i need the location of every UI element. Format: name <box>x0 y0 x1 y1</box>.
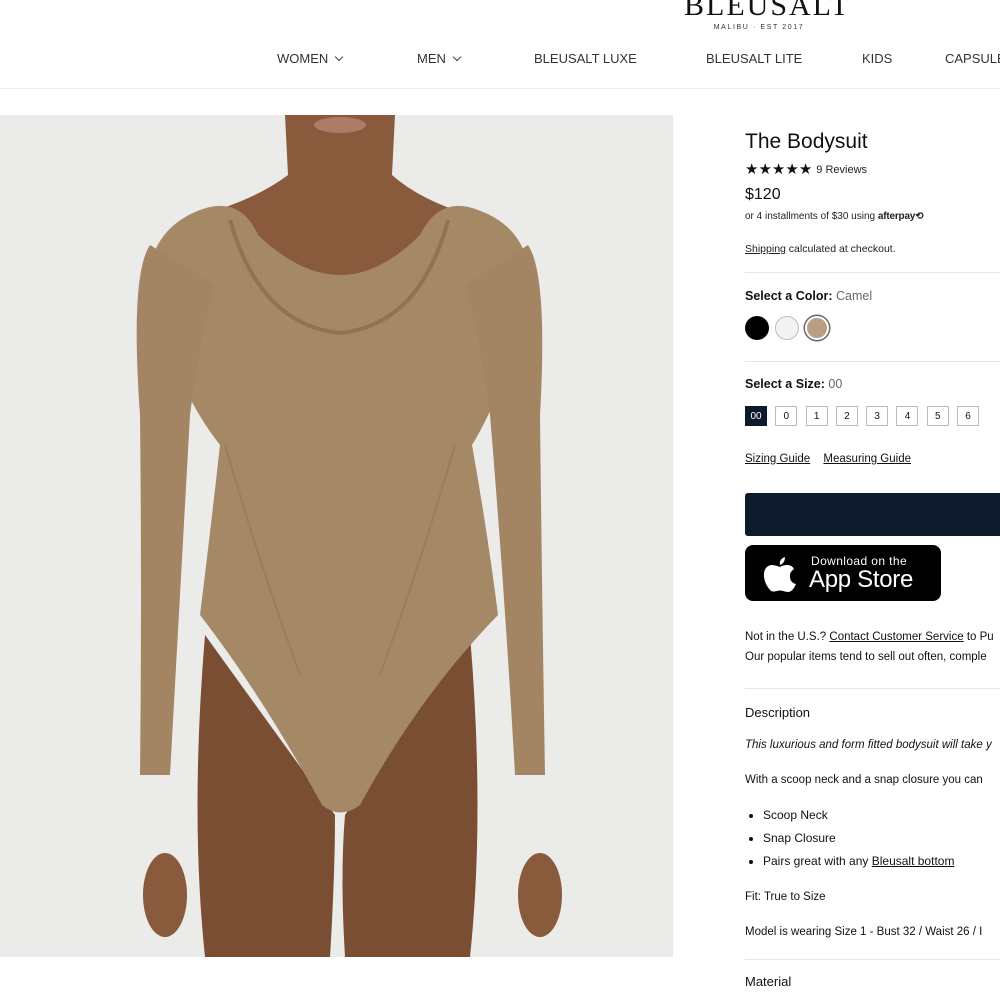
contact-customer-service-link[interactable]: Contact Customer Service <box>829 631 963 643</box>
bodysuit-illustration <box>0 115 673 957</box>
feature-list: Scoop Neck Snap Closure Pairs great with… <box>745 808 954 877</box>
add-to-cart-button[interactable] <box>745 493 1000 536</box>
description-italic: This luxurious and form fitted bodysuit … <box>745 739 992 751</box>
bleusalt-bottom-link[interactable]: Bleusalt bottom <box>872 854 955 868</box>
size-option-5[interactable]: 5 <box>926 406 949 426</box>
color-swatch-camel[interactable] <box>805 316 829 340</box>
description-text: With a scoop neck and a snap closure you… <box>745 774 983 786</box>
star-icon: ★ <box>758 161 772 178</box>
nav-men-label: MEN <box>417 51 446 66</box>
shipping-text: calculated at checkout. <box>788 243 896 255</box>
divider <box>745 688 1000 689</box>
product-photo[interactable] <box>0 115 673 957</box>
list-item: Pairs great with any Bleusalt bottom <box>763 854 954 877</box>
size-option-4[interactable]: 4 <box>896 406 919 426</box>
not-us-suffix: to Pu <box>966 631 994 643</box>
model-info: Model is wearing Size 1 - Bust 32 / Wais… <box>745 926 983 938</box>
chevron-down-icon <box>452 52 462 62</box>
guide-links: Sizing Guide Measuring Guide <box>745 453 921 465</box>
sizing-guide-link[interactable]: Sizing Guide <box>745 453 810 465</box>
divider <box>745 361 1000 362</box>
list-item-text: Pairs great with any <box>763 854 869 868</box>
color-label-text: Select a Color: <box>745 289 833 303</box>
apple-icon <box>763 557 796 592</box>
size-label-text: Select a Size: <box>745 377 825 391</box>
size-option-0[interactable]: 0 <box>775 406 798 426</box>
size-option-1[interactable]: 1 <box>805 406 828 426</box>
reviews-count[interactable]: 9 Reviews <box>816 164 867 176</box>
size-options: 00 0 1 2 3 4 5 6 <box>745 406 987 426</box>
nav-women-label: WOMEN <box>277 51 329 66</box>
measuring-guide-link[interactable]: Measuring Guide <box>823 453 911 465</box>
size-option-00[interactable]: 00 <box>745 406 767 426</box>
installments-info: or 4 installments of $30 using afterpay⟲ <box>745 211 924 222</box>
list-item: Scoop Neck <box>763 808 954 831</box>
size-option-3[interactable]: 3 <box>866 406 889 426</box>
size-selector-label: Select a Size: 00 <box>745 377 842 391</box>
size-option-6[interactable]: 6 <box>957 406 980 426</box>
color-swatch-black[interactable] <box>745 316 769 340</box>
shipping-info: Shipping calculated at checkout. <box>745 243 896 255</box>
description-heading[interactable]: Description <box>745 705 810 720</box>
star-icon: ★ <box>771 161 786 178</box>
not-us-notice: Not in the U.S.? Contact Customer Servic… <box>745 631 994 643</box>
color-swatch-white[interactable] <box>775 316 799 340</box>
color-swatches <box>745 316 835 340</box>
fit-info: Fit: True to Size <box>745 891 826 903</box>
installments-text: or 4 installments of $30 using <box>745 211 876 222</box>
product-price: $120 <box>745 186 781 203</box>
nav-luxe[interactable]: BLEUSALT LUXE <box>534 51 637 66</box>
divider <box>745 959 1000 960</box>
list-item: Snap Closure <box>763 831 954 854</box>
selected-color-value: Camel <box>836 289 873 303</box>
divider <box>745 272 1000 273</box>
app-store-big-text: App Store <box>809 566 914 593</box>
nav-women[interactable]: WOMEN <box>277 51 344 66</box>
star-icon: ★ <box>745 161 759 178</box>
nav-men[interactable]: MEN <box>417 51 462 66</box>
material-heading[interactable]: Material <box>745 974 791 989</box>
star-icon: ★ <box>785 161 799 178</box>
selected-size-value: 00 <box>828 377 843 391</box>
popular-items-notice: Our popular items tend to sell out often… <box>745 651 987 663</box>
product-title: The Bodysuit <box>745 130 868 153</box>
product-info-panel: The Bodysuit ★ ★ ★ ★ ★ 9 Reviews $120 or… <box>745 0 1000 1000</box>
app-store-badge[interactable]: Download on the App Store <box>745 545 941 601</box>
shipping-link[interactable]: Shipping <box>745 243 786 255</box>
chevron-down-icon <box>335 52 344 62</box>
color-selector-label: Select a Color: Camel <box>745 289 872 303</box>
afterpay-logo[interactable]: afterpay⟲ <box>878 211 924 222</box>
not-us-prefix: Not in the U.S.? <box>745 631 827 643</box>
product-rating[interactable]: ★ ★ ★ ★ ★ 9 Reviews <box>745 162 867 178</box>
size-option-2[interactable]: 2 <box>835 406 858 426</box>
star-icon: ★ <box>798 161 813 178</box>
